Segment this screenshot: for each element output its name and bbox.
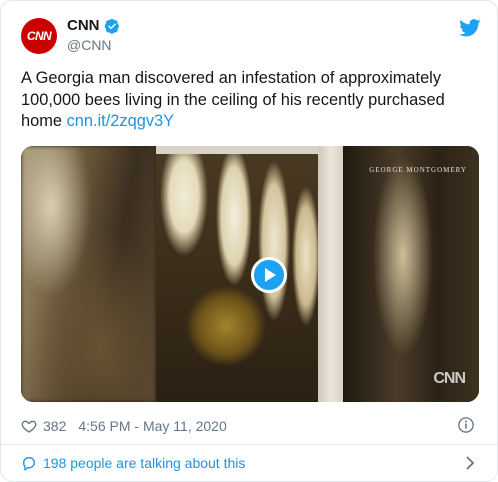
avatar-logo-text: CNN — [26, 29, 52, 43]
play-icon — [265, 268, 276, 282]
tweet-text: A Georgia man discovered an infestation … — [21, 68, 481, 133]
conversation-link[interactable]: 198 people are talking about this — [21, 453, 481, 473]
play-button[interactable] — [251, 257, 287, 293]
video-frame — [156, 146, 344, 402]
tweet-card: CNN CNN @CNN A Georgia man discovered an… — [0, 0, 498, 482]
heart-icon[interactable] — [21, 418, 37, 434]
tweet-meta: 382 4:56 PM - May 11, 2020 — [21, 416, 481, 436]
author-handle[interactable]: @CNN — [67, 37, 120, 53]
chevron-right-icon[interactable] — [465, 455, 475, 471]
divider — [1, 444, 497, 445]
author-name[interactable]: CNN — [67, 17, 100, 34]
video-blur-left — [21, 146, 156, 402]
info-icon[interactable] — [457, 416, 475, 434]
video-credit: GEORGE MONTGOMERY — [369, 166, 467, 174]
author-block[interactable]: CNN @CNN — [67, 17, 120, 53]
timestamp[interactable]: 4:56 PM - May 11, 2020 — [78, 418, 226, 434]
verified-badge-icon — [104, 18, 119, 34]
tweet-header: CNN CNN @CNN — [21, 15, 481, 59]
cnn-watermark: CNN — [433, 370, 466, 387]
video-blur-right — [343, 146, 479, 402]
tweet-link[interactable]: cnn.it/2zqgv3Y — [67, 112, 175, 130]
avatar[interactable]: CNN — [21, 18, 57, 54]
wood-beam — [318, 146, 344, 402]
comment-bubble-icon — [22, 457, 36, 471]
video-player[interactable]: GEORGE MONTGOMERY CNN — [21, 146, 479, 402]
like-count[interactable]: 382 — [43, 418, 66, 434]
talking-text[interactable]: 198 people are talking about this — [43, 455, 245, 471]
twitter-bird-icon[interactable] — [459, 19, 481, 37]
